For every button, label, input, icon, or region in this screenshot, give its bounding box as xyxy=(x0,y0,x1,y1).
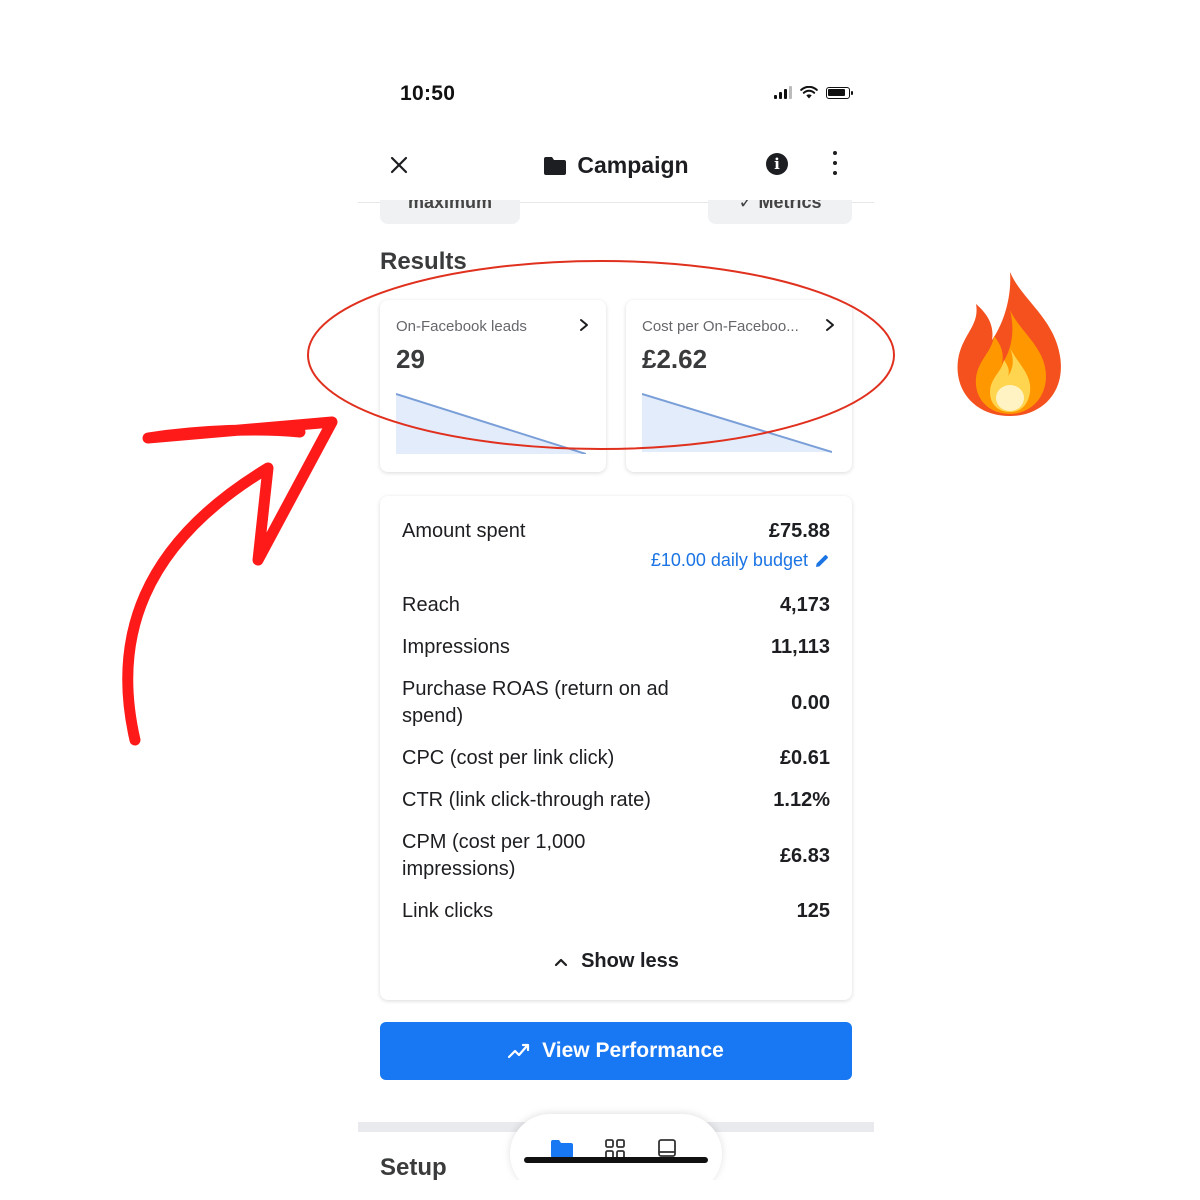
metric-row: Link clicks 125 xyxy=(402,898,830,925)
setup-heading: Setup xyxy=(380,1154,447,1180)
metric-label: On-Facebook leads xyxy=(396,318,527,335)
pencil-icon xyxy=(816,554,828,567)
row-label: Impressions xyxy=(402,636,510,658)
row-value: 11,113 xyxy=(771,636,830,658)
chevron-right-icon xyxy=(580,319,588,331)
trend-line-icon xyxy=(508,1043,530,1059)
metric-value: £2.62 xyxy=(642,344,708,374)
daily-budget-label: £10.00 daily budget xyxy=(650,550,808,570)
row-label: CTR (link click-through rate) xyxy=(402,789,651,811)
metric-card-leads[interactable]: On-Facebook leads 29 xyxy=(380,300,606,472)
row-label: Link clicks xyxy=(402,900,494,922)
metric-label: Cost per On-Faceboo... xyxy=(642,318,799,335)
metric-row: CPM (cost per 1,000 impressions) £6.83 xyxy=(402,829,830,883)
row-label: CPM (cost per 1,000 impressions) xyxy=(402,831,586,880)
row-label: CPC (cost per link click) xyxy=(402,747,615,769)
info-icon[interactable]: i xyxy=(766,153,788,175)
signal-icon xyxy=(774,86,792,99)
more-vertical-icon[interactable] xyxy=(832,151,838,175)
daily-budget-link[interactable]: £10.00 daily budget xyxy=(651,550,830,571)
metrics-summary-card: Amount spent £75.88 £10.00 daily budget … xyxy=(380,496,852,1000)
row-value: £75.88 xyxy=(768,520,830,542)
partial-button-right[interactable]: ✓ Metrics xyxy=(708,200,852,224)
row-label: Amount spent xyxy=(402,520,526,542)
fire-icon xyxy=(957,272,1061,416)
metric-row: Purchase ROAS (return on ad spend) 0.00 xyxy=(402,676,830,730)
metric-card-cost-per-lead[interactable]: Cost per On-Faceboo... £2.62 xyxy=(626,300,852,472)
phone-screen: 10:50 Campaign i maximum ✓ Metrics Resul… xyxy=(358,60,874,1180)
title-group: Campaign xyxy=(358,152,874,179)
chevron-up-icon xyxy=(554,958,568,966)
partial-button-left[interactable]: maximum xyxy=(380,200,520,224)
row-value: 125 xyxy=(796,900,830,922)
row-value: 1.12% xyxy=(773,789,830,811)
home-indicator xyxy=(524,1157,708,1163)
metric-row: Impressions 11,113 xyxy=(402,634,830,661)
folder-icon xyxy=(544,156,567,175)
wifi-icon xyxy=(800,86,818,99)
chevron-right-icon xyxy=(826,319,834,331)
show-less-label: Show less xyxy=(581,950,679,972)
row-value: £6.83 xyxy=(779,844,830,867)
row-value: £0.61 xyxy=(779,747,830,769)
status-time: 10:50 xyxy=(400,82,456,105)
trend-sparkline xyxy=(396,393,586,454)
metric-row-amount-spent: Amount spent £75.88 xyxy=(402,518,830,545)
folder-icon[interactable] xyxy=(550,1139,574,1159)
view-performance-label: View Performance xyxy=(542,1039,724,1062)
row-label: Purchase ROAS (return on ad spend) xyxy=(402,678,669,727)
row-value: 0.00 xyxy=(791,691,830,714)
row-value: 4,173 xyxy=(779,594,830,616)
battery-icon xyxy=(826,86,853,99)
row-label: Reach xyxy=(402,594,460,616)
trend-sparkline xyxy=(642,393,832,453)
top-app-bar: Campaign i xyxy=(358,138,874,203)
show-less-button[interactable]: Show less xyxy=(380,950,852,973)
red-arrow xyxy=(122,416,338,746)
bottom-nav-pill xyxy=(510,1114,722,1180)
metric-value: 29 xyxy=(396,344,425,374)
metric-row: CTR (link click-through rate) 1.12% xyxy=(402,787,830,814)
view-performance-button[interactable]: View Performance xyxy=(380,1022,852,1080)
metric-row: CPC (cost per link click) £0.61 xyxy=(402,745,830,772)
results-heading: Results xyxy=(380,248,467,275)
metric-row: Reach 4,173 xyxy=(402,592,830,619)
page-title: Campaign xyxy=(577,152,689,178)
status-icons xyxy=(774,86,853,99)
